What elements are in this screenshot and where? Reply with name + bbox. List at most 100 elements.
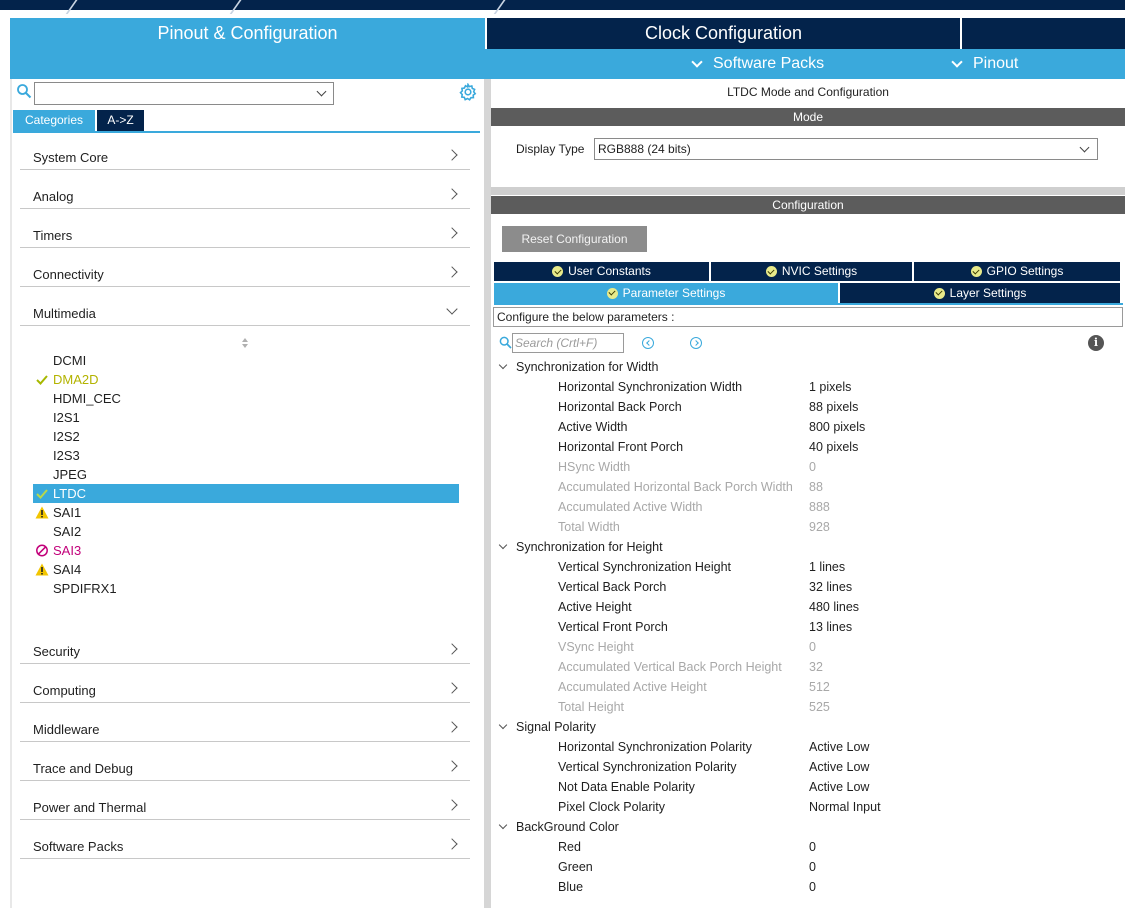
param-name: Active Height — [558, 600, 632, 614]
reset-configuration-button[interactable]: Reset Configuration — [502, 226, 647, 252]
software-packs-menu[interactable]: Software Packs — [691, 49, 824, 79]
multimedia-item-label: HDMI_CEC — [53, 391, 121, 406]
panel-splitter[interactable] — [484, 79, 491, 908]
multimedia-item-sai1[interactable]: SAI1 — [33, 503, 459, 522]
param-value[interactable]: Active Low — [809, 777, 869, 797]
category-multimedia[interactable]: Multimedia — [20, 287, 470, 326]
tab-a-to-z[interactable]: A->Z — [97, 110, 144, 131]
multimedia-item-i2s1[interactable]: I2S1 — [33, 408, 459, 427]
multimedia-item-ltdc[interactable]: LTDC — [33, 484, 459, 503]
category-trace-and-debug[interactable]: Trace and Debug — [20, 742, 470, 781]
param-value: 32 — [809, 660, 823, 674]
param-name: Accumulated Horizontal Back Porch Width — [558, 480, 793, 494]
multimedia-item-sai4[interactable]: SAI4 — [33, 560, 459, 579]
tab-user-constants[interactable]: User Constants — [494, 262, 709, 281]
search-icon[interactable] — [16, 83, 32, 99]
category-label: Software Packs — [33, 839, 124, 854]
chevron-down-icon — [951, 56, 963, 68]
tab-extra[interactable] — [962, 18, 1125, 49]
param-name: Horizontal Synchronization Width — [558, 380, 743, 394]
param-value[interactable]: 0 — [809, 877, 816, 897]
category-connectivity[interactable]: Connectivity — [20, 248, 470, 287]
category-power-and-thermal[interactable]: Power and Thermal — [20, 781, 470, 820]
gear-icon[interactable] — [459, 83, 477, 101]
multimedia-item-sai3[interactable]: SAI3 — [33, 541, 459, 560]
param-group-label: Synchronization for Height — [516, 540, 663, 554]
param-name: Total Height — [558, 700, 625, 714]
param-value[interactable]: 0 — [809, 837, 816, 857]
multimedia-item-dcmi[interactable]: DCMI — [33, 351, 459, 370]
category-middleware[interactable]: Middleware — [20, 703, 470, 742]
param-value: 0 — [809, 640, 816, 654]
param-name: Accumulated Active Width — [558, 500, 703, 514]
category-system-core[interactable]: System Core — [20, 131, 470, 170]
multimedia-item-label: DCMI — [53, 353, 87, 368]
category-security[interactable]: Security — [20, 625, 470, 664]
sort-arrows-icon[interactable] — [240, 337, 250, 349]
category-computing[interactable]: Computing — [20, 664, 470, 703]
category-timers[interactable]: Timers — [20, 209, 470, 248]
info-icon[interactable]: i — [1088, 335, 1104, 351]
param-value: 512 — [809, 680, 830, 694]
tab-categories[interactable]: Categories — [13, 110, 95, 131]
chevron-down-icon — [691, 56, 703, 68]
param-value[interactable]: Active Low — [809, 737, 869, 757]
category-analog[interactable]: Analog — [20, 170, 470, 209]
param-value[interactable]: 0 — [809, 857, 816, 877]
tab-parameter-settings[interactable]: Parameter Settings — [494, 283, 838, 303]
breadcrumb-separator — [229, 0, 245, 14]
chevron-right-icon — [446, 799, 458, 811]
param-value[interactable]: Active Low — [809, 757, 869, 777]
multimedia-item-dma2d[interactable]: DMA2D — [33, 370, 459, 389]
param-value[interactable]: Normal Input — [809, 797, 881, 817]
chevron-right-icon — [446, 188, 458, 200]
section-divider[interactable] — [491, 187, 1125, 195]
pinout-menu[interactable]: Pinout — [951, 49, 1019, 79]
category-search-combo[interactable] — [34, 82, 334, 105]
pinout-label: Pinout — [973, 55, 1019, 72]
tab-gpio-settings[interactable]: GPIO Settings — [914, 262, 1120, 281]
breadcrumb-separator — [493, 0, 509, 14]
param-group-label: Synchronization for Width — [516, 360, 659, 374]
multimedia-item-i2s3[interactable]: I2S3 — [33, 446, 459, 465]
tab-layer-settings[interactable]: Layer Settings — [840, 283, 1120, 303]
param-group-label: Signal Polarity — [516, 720, 596, 734]
chevron-down-icon — [498, 360, 508, 370]
param-name: Horizontal Back Porch — [558, 400, 682, 414]
display-type-label: Display Type — [516, 142, 585, 156]
category-label: System Core — [33, 150, 109, 165]
param-value[interactable]: 1 lines — [809, 557, 845, 577]
param-value[interactable]: 32 lines — [809, 577, 852, 597]
param-value[interactable]: 800 pixels — [809, 417, 865, 437]
configure-hint: Configure the below parameters : — [493, 307, 1123, 327]
multimedia-item-label: SAI1 — [53, 505, 82, 520]
category-software-packs[interactable]: Software Packs — [20, 820, 470, 859]
param-value[interactable]: 1 pixels — [809, 377, 851, 397]
multimedia-item-jpeg[interactable]: JPEG — [33, 465, 459, 484]
param-value[interactable]: 40 pixels — [809, 437, 858, 457]
sub-toolbar: Software Packs Pinout — [10, 49, 1125, 79]
param-name: Horizontal Front Porch — [558, 440, 684, 454]
multimedia-item-hdmi-cec[interactable]: HDMI_CEC — [33, 389, 459, 408]
tab-label: Layer Settings — [949, 285, 1027, 300]
tab-nvic-settings[interactable]: NVIC Settings — [711, 262, 912, 281]
multimedia-item-sai2[interactable]: SAI2 — [33, 522, 459, 541]
display-type-select[interactable]: RGB888 (24 bits) — [594, 138, 1098, 160]
tab-pinout-configuration[interactable]: Pinout & Configuration — [10, 18, 485, 49]
display-type-value: RGB888 (24 bits) — [598, 142, 691, 156]
tab-clock-configuration[interactable]: Clock Configuration — [487, 18, 960, 49]
param-value[interactable]: 88 pixels — [809, 397, 858, 417]
category-label: Analog — [33, 189, 74, 204]
param-value[interactable]: 13 lines — [809, 617, 852, 637]
warning-icon — [35, 563, 49, 576]
category-label: Computing — [33, 683, 96, 698]
search-next-icon[interactable] — [690, 337, 702, 349]
parameter-search-input[interactable]: Search (Crtl+F) — [512, 333, 624, 353]
param-value[interactable]: 480 lines — [809, 597, 859, 617]
chevron-down-icon — [316, 86, 327, 97]
multimedia-item-spdifrx1[interactable]: SPDIFRX1 — [33, 579, 459, 598]
chevron-down-icon — [446, 303, 458, 315]
breadcrumb-text-fragment — [424, 0, 434, 4]
search-previous-icon[interactable] — [642, 337, 654, 349]
multimedia-item-i2s2[interactable]: I2S2 — [33, 427, 459, 446]
